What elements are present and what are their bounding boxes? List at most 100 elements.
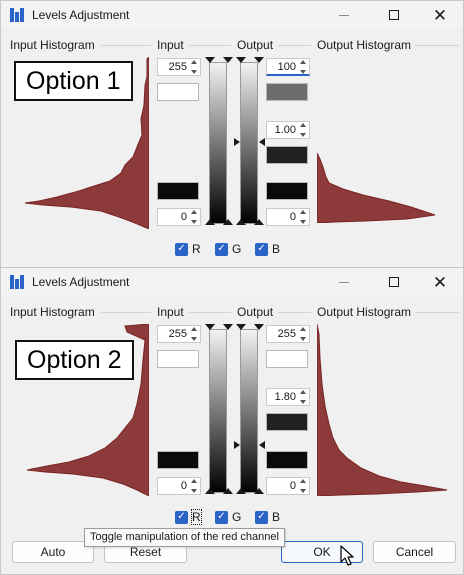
spin-arrows[interactable]	[298, 390, 308, 404]
output-white-swatch[interactable]	[266, 350, 308, 368]
minimize-button[interactable]	[321, 1, 367, 29]
gamma-handle[interactable]	[234, 441, 240, 449]
red-channel-label: R	[191, 509, 202, 525]
title-bar[interactable]: Levels Adjustment ✕	[1, 1, 463, 29]
output-low-handle[interactable]	[236, 219, 246, 225]
input-low-handle[interactable]	[223, 219, 233, 225]
separator	[189, 312, 231, 313]
blue-channel-checkbox[interactable]: ✓ B	[255, 242, 280, 256]
output-black-swatch[interactable]	[266, 182, 308, 200]
spin-arrows[interactable]	[298, 60, 308, 74]
maximize-icon	[389, 10, 399, 20]
input-high-handle[interactable]	[205, 57, 215, 63]
input-low-value: 0	[180, 480, 187, 492]
input-high-spinbox[interactable]: 255	[157, 325, 201, 343]
gamma-spinbox[interactable]: 1.80	[266, 388, 310, 406]
window-title: Levels Adjustment	[32, 275, 130, 289]
gamma-handle[interactable]	[259, 441, 265, 449]
output-low-handle[interactable]	[236, 488, 246, 494]
minimize-icon	[339, 281, 349, 283]
output-high-spinbox[interactable]: 255	[266, 325, 310, 343]
spin-arrows[interactable]	[189, 210, 199, 224]
option-1-label: Option 1	[14, 61, 133, 101]
input-black-swatch[interactable]	[157, 451, 199, 469]
minimize-button[interactable]	[321, 268, 367, 296]
option-2-label: Option 2	[15, 340, 134, 380]
close-button[interactable]: ✕	[417, 268, 463, 296]
output-white-swatch[interactable]	[266, 83, 308, 101]
input-low-handle[interactable]	[223, 488, 233, 494]
output-low-handle[interactable]	[254, 219, 264, 225]
input-gradient-bar	[209, 62, 227, 224]
maximize-button[interactable]	[371, 268, 417, 296]
checkmark-icon: ✓	[255, 510, 268, 524]
close-button[interactable]: ✕	[417, 1, 463, 29]
auto-button[interactable]: Auto	[12, 541, 94, 563]
input-low-spinbox[interactable]: 0	[157, 208, 201, 226]
red-channel-checkbox[interactable]: ✓ R	[175, 509, 202, 525]
input-high-handle[interactable]	[205, 324, 215, 330]
blue-channel-checkbox[interactable]: ✓ B	[255, 510, 280, 524]
spin-arrows[interactable]	[298, 210, 308, 224]
separator	[278, 312, 311, 313]
red-channel-checkbox[interactable]: ✓ R	[175, 242, 201, 256]
output-high-handle[interactable]	[254, 324, 264, 330]
spin-arrows[interactable]	[189, 327, 199, 341]
input-white-swatch[interactable]	[157, 83, 199, 101]
gamma-handle[interactable]	[234, 138, 240, 146]
maximize-icon	[389, 277, 399, 287]
input-low-handle[interactable]	[205, 219, 215, 225]
output-high-handle[interactable]	[236, 57, 246, 63]
input-black-swatch[interactable]	[157, 182, 199, 200]
window-title: Levels Adjustment	[32, 8, 130, 22]
output-high-handle[interactable]	[236, 324, 246, 330]
green-channel-checkbox[interactable]: ✓ G	[215, 510, 241, 524]
input-low-value: 0	[180, 211, 187, 223]
checkmark-icon: ✓	[215, 510, 228, 524]
gamma-spinbox[interactable]: 1.00	[266, 121, 310, 139]
input-low-spinbox[interactable]: 0	[157, 477, 201, 495]
levels-app-icon	[10, 275, 24, 289]
green-channel-label: G	[232, 510, 242, 524]
close-icon: ✕	[432, 272, 448, 292]
input-label: Input	[157, 38, 184, 52]
green-channel-checkbox[interactable]: ✓ G	[215, 242, 241, 256]
input-low-handle[interactable]	[205, 488, 215, 494]
input-histogram-label: Input Histogram	[10, 38, 95, 52]
output-high-handle[interactable]	[254, 57, 264, 63]
cancel-button[interactable]: Cancel	[373, 541, 456, 563]
input-high-handle[interactable]	[223, 324, 233, 330]
output-low-value: 0	[289, 211, 296, 223]
spin-arrows[interactable]	[298, 123, 308, 137]
spin-arrows[interactable]	[189, 479, 199, 493]
separator	[101, 312, 151, 313]
maximize-button[interactable]	[371, 1, 417, 29]
spin-arrows[interactable]	[298, 479, 308, 493]
input-high-value: 255	[168, 328, 187, 340]
title-bar[interactable]: Levels Adjustment ✕	[1, 268, 463, 296]
input-high-handle[interactable]	[223, 57, 233, 63]
input-high-spinbox[interactable]: 255	[157, 58, 201, 76]
output-gradient-bar	[240, 62, 258, 224]
gamma-handle[interactable]	[259, 138, 265, 146]
spin-arrows[interactable]	[189, 60, 199, 74]
spin-arrows[interactable]	[298, 327, 308, 341]
output-low-spinbox[interactable]: 0	[266, 208, 310, 226]
output-high-spinbox[interactable]: 100	[266, 58, 310, 76]
checkmark-icon: ✓	[175, 242, 188, 256]
red-channel-tooltip: Toggle manipulation of the red channel	[84, 528, 285, 547]
gamma-swatch	[266, 413, 308, 431]
minimize-icon	[339, 14, 349, 16]
gamma-value: 1.80	[274, 391, 296, 403]
output-black-swatch[interactable]	[266, 451, 308, 469]
output-low-spinbox[interactable]: 0	[266, 477, 310, 495]
separator	[101, 45, 151, 46]
blue-channel-label: B	[272, 510, 281, 524]
separator	[189, 45, 231, 46]
close-icon: ✕	[432, 5, 448, 25]
input-white-swatch[interactable]	[157, 350, 199, 368]
output-low-handle[interactable]	[254, 488, 264, 494]
checkmark-icon: ✓	[255, 242, 268, 256]
levels-app-icon	[10, 8, 24, 22]
input-gradient-bar	[209, 329, 227, 493]
